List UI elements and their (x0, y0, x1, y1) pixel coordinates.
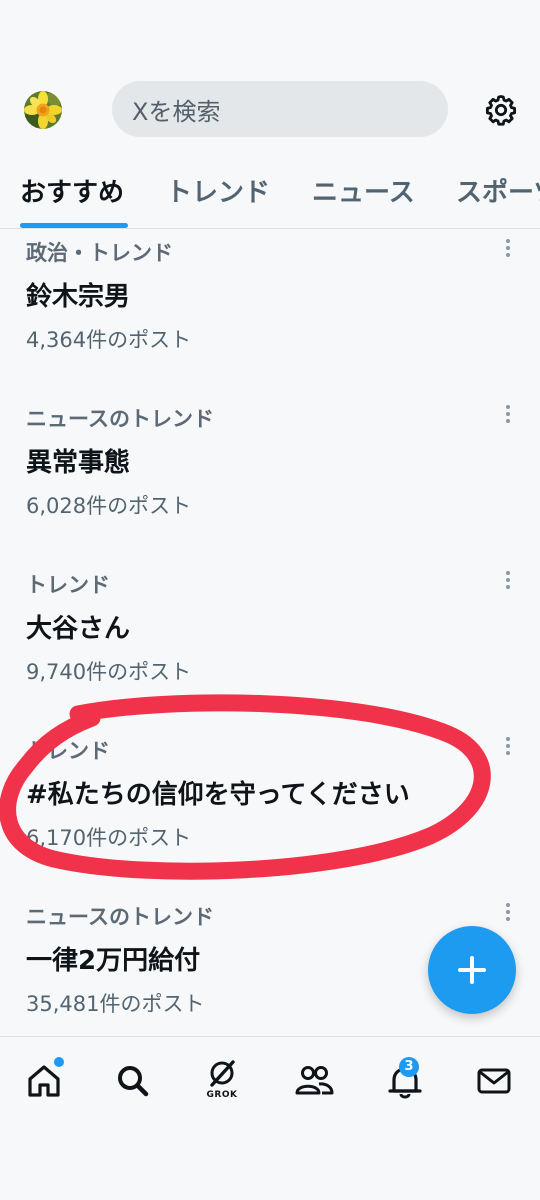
nav-grok[interactable]: GROK (200, 1059, 244, 1103)
search-icon (118, 1066, 149, 1097)
more-vertical-icon (506, 903, 510, 921)
trend-category: ニュースのトレンド (26, 407, 214, 431)
trend-item[interactable]: トレンド 大谷さん 9,740件のポスト (0, 561, 540, 727)
tab-news[interactable]: ニュース (312, 172, 415, 209)
tab-recommended[interactable]: おすすめ (20, 172, 124, 209)
more-vertical-icon (506, 405, 510, 423)
more-options-button[interactable] (500, 569, 516, 593)
trend-post-count: 6,028件のポスト (26, 494, 192, 518)
trend-category: 政治・トレンド (26, 241, 173, 265)
trend-title: 一律2万円給付 (26, 946, 201, 976)
trend-title: 大谷さん (26, 614, 131, 644)
trend-item[interactable]: トレンド #私たちの信仰を守ってください 6,170件のポスト (0, 727, 540, 893)
notification-count-badge: 3 (399, 1057, 419, 1077)
trend-title: #私たちの信仰を守ってください (26, 780, 410, 810)
profile-avatar[interactable] (24, 91, 62, 129)
bottom-navigation: GROK 3 (0, 1036, 540, 1127)
nav-messages[interactable] (472, 1059, 516, 1103)
trend-item[interactable]: 政治・トレンド 鈴木宗男 4,364件のポスト (0, 229, 540, 395)
messages-icon (477, 1068, 511, 1094)
plus-icon (458, 956, 486, 984)
daffodil-avatar-icon (24, 91, 62, 129)
trend-post-count: 35,481件のポスト (26, 992, 205, 1016)
trend-category: トレンド (26, 573, 110, 597)
settings-button[interactable] (484, 93, 518, 127)
nav-communities[interactable] (292, 1059, 336, 1103)
trend-post-count: 9,740件のポスト (26, 660, 192, 684)
compose-post-button[interactable] (428, 926, 516, 1014)
trend-category: トレンド (26, 739, 110, 763)
tab-trending[interactable]: トレンド (166, 172, 270, 209)
grok-icon (210, 1060, 235, 1087)
trend-item[interactable]: ニュースのトレンド 異常事態 6,028件のポスト (0, 395, 540, 561)
more-options-button[interactable] (500, 735, 516, 759)
nav-home[interactable] (22, 1057, 66, 1103)
nav-search[interactable] (111, 1059, 155, 1103)
trend-title: 異常事態 (26, 448, 131, 478)
grok-label: GROK (206, 1090, 238, 1100)
more-options-button[interactable] (500, 403, 516, 427)
search-input[interactable]: Xを検索 (112, 81, 448, 137)
more-vertical-icon (506, 239, 510, 257)
trend-title: 鈴木宗男 (26, 282, 131, 312)
trend-post-count: 6,170件のポスト (26, 826, 192, 850)
more-options-button[interactable] (500, 901, 516, 925)
explore-tabs: おすすめ トレンド ニュース スポーツ (0, 160, 540, 229)
active-tab-indicator (20, 223, 128, 228)
more-options-button[interactable] (500, 237, 516, 261)
nav-notifications[interactable]: 3 (383, 1057, 427, 1103)
trend-category: ニュースのトレンド (26, 905, 214, 929)
search-placeholder: Xを検索 (132, 97, 221, 126)
gear-icon (485, 95, 517, 126)
home-new-dot (54, 1057, 64, 1067)
communities-icon (295, 1066, 334, 1095)
more-vertical-icon (506, 737, 510, 755)
top-header: Xを検索 (0, 0, 540, 140)
trend-post-count: 4,364件のポスト (26, 328, 192, 352)
tab-sports[interactable]: スポーツ (456, 172, 540, 209)
more-vertical-icon (506, 571, 510, 589)
